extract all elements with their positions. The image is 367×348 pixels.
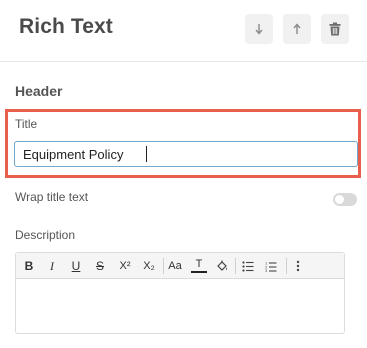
editor-content-area[interactable] bbox=[16, 279, 344, 333]
superscript-button[interactable]: X² bbox=[117, 257, 133, 275]
more-vertical-icon bbox=[296, 260, 300, 272]
arrow-up-icon bbox=[293, 23, 301, 34]
toggle-knob bbox=[335, 195, 344, 204]
editor-toolbar: B I U S X² X₂ Aa T 1 2 3 bbox=[16, 253, 344, 279]
move-down-button[interactable] bbox=[245, 14, 273, 44]
italic-button[interactable]: I bbox=[44, 257, 60, 275]
arrow-down-icon bbox=[255, 24, 263, 35]
rich-text-editor: B I U S X² X₂ Aa T 1 2 3 bbox=[15, 252, 345, 334]
numbered-list-icon: 1 2 3 bbox=[265, 261, 277, 272]
title-field-label: Title bbox=[15, 117, 38, 131]
numbered-list-button[interactable]: 1 2 3 bbox=[263, 257, 279, 275]
title-input[interactable] bbox=[14, 141, 358, 167]
bullet-list-icon bbox=[242, 260, 254, 272]
more-options-button[interactable] bbox=[290, 257, 306, 275]
underline-button[interactable]: U bbox=[68, 257, 84, 275]
delete-button[interactable] bbox=[321, 14, 349, 44]
font-size-button[interactable]: Aa bbox=[167, 257, 183, 275]
description-label: Description bbox=[15, 228, 76, 242]
panel-header: Rich Text bbox=[0, 0, 367, 62]
trash-icon bbox=[329, 22, 341, 36]
toolbar-divider bbox=[235, 258, 236, 274]
highlight-color-button[interactable] bbox=[214, 257, 230, 275]
wrap-title-toggle[interactable] bbox=[333, 193, 357, 206]
toolbar-divider bbox=[286, 258, 287, 274]
bold-button[interactable]: B bbox=[21, 257, 37, 275]
panel-title: Rich Text bbox=[19, 15, 113, 38]
move-up-button[interactable] bbox=[283, 14, 311, 44]
text-color-button[interactable]: T bbox=[191, 257, 207, 273]
strikethrough-button[interactable]: S bbox=[92, 257, 108, 275]
svg-text:3: 3 bbox=[265, 269, 267, 272]
wrap-title-label: Wrap title text bbox=[15, 190, 89, 204]
bullet-list-button[interactable] bbox=[240, 257, 256, 275]
toolbar-divider bbox=[163, 258, 164, 274]
section-title: Header bbox=[15, 83, 63, 99]
subscript-button[interactable]: X₂ bbox=[141, 257, 157, 275]
text-caret bbox=[146, 146, 147, 162]
paint-bucket-icon bbox=[217, 260, 227, 271]
